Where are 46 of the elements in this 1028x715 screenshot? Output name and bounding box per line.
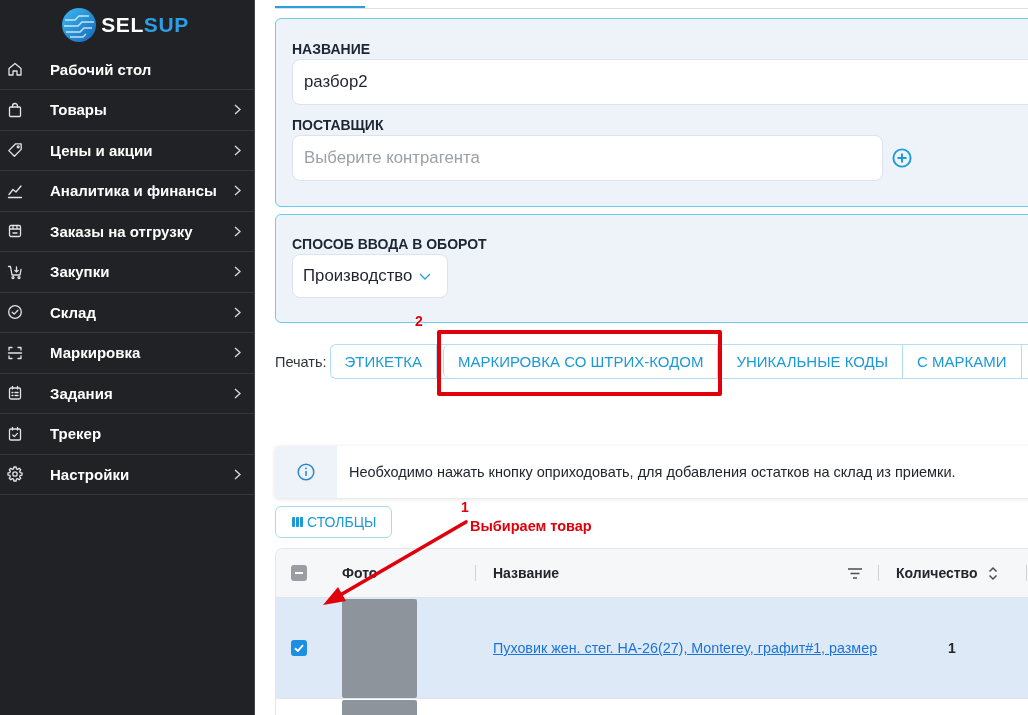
notice-text: Необходимо нажать кнопку оприходовать, для добавления остатков на склад из приемки. <box>348 463 956 482</box>
sidebar-item[interactable]: Настройки <box>0 454 254 495</box>
sidebar-item[interactable]: Маркировка <box>0 333 254 374</box>
supplier-field[interactable]: Выберите контрагента <box>292 135 883 181</box>
checklist-icon <box>7 385 23 402</box>
dropdown[interactable]: Производство <box>292 254 448 298</box>
step-number: 2 <box>415 314 423 329</box>
sidebar-item[interactable]: Задания <box>0 373 254 414</box>
column-header: Количество <box>896 565 978 581</box>
box-icon <box>7 223 23 240</box>
text-field[interactable]: разбор2 <box>292 59 1028 105</box>
info-icon <box>297 463 315 481</box>
cart-icon <box>7 263 23 280</box>
chevron-down-icon <box>419 272 432 280</box>
logo-icon <box>61 6 98 43</box>
column-header: Название <box>493 565 560 581</box>
step-number: 1 <box>461 500 469 515</box>
sidebar-item[interactable]: Товары <box>0 90 254 131</box>
shopping-bag-icon <box>7 101 23 118</box>
sidebar-item[interactable]: Трекер <box>0 414 254 455</box>
sidebar-item[interactable]: Аналитика и финансы <box>0 171 254 212</box>
product-link[interactable]: Пуховик жен. стег. HA-26(27), Monterey, графит#1, размер <box>493 640 878 656</box>
home-icon <box>7 61 23 78</box>
columns-icon <box>292 517 303 527</box>
calendar-check-icon <box>7 425 23 442</box>
row-checkbox[interactable] <box>291 640 307 656</box>
tag-icon <box>7 142 23 159</box>
sidebar-item[interactable]: Рабочий стол <box>0 49 254 90</box>
print-label: Печать: <box>275 353 327 370</box>
sidebar-item[interactable]: Заказы на отгрузку <box>0 211 254 252</box>
logo-text: SELSUP <box>101 12 189 37</box>
check-circle-icon <box>7 304 23 321</box>
annotation-text: Выбираем товар <box>470 518 592 535</box>
field-label: НАЗВАНИЕ <box>292 40 372 58</box>
select-all-checkbox[interactable] <box>291 565 307 581</box>
sort-icon[interactable] <box>987 565 998 581</box>
field-label: ПОСТАВЩИК <box>292 116 385 134</box>
quantity-cell: 1 <box>948 640 956 656</box>
filter-icon[interactable] <box>848 567 862 579</box>
settings-icon <box>7 466 23 483</box>
sidebar-item[interactable]: Цены и акции <box>0 130 254 171</box>
scan-icon <box>7 344 23 361</box>
field-label: СПОСОБ ВВОДА В ОБОРОТ <box>292 235 488 253</box>
sidebar-item[interactable]: Закупки <box>0 252 254 293</box>
plus-circle-icon[interactable] <box>892 148 912 168</box>
sidebar-item[interactable]: Склад <box>0 292 254 333</box>
